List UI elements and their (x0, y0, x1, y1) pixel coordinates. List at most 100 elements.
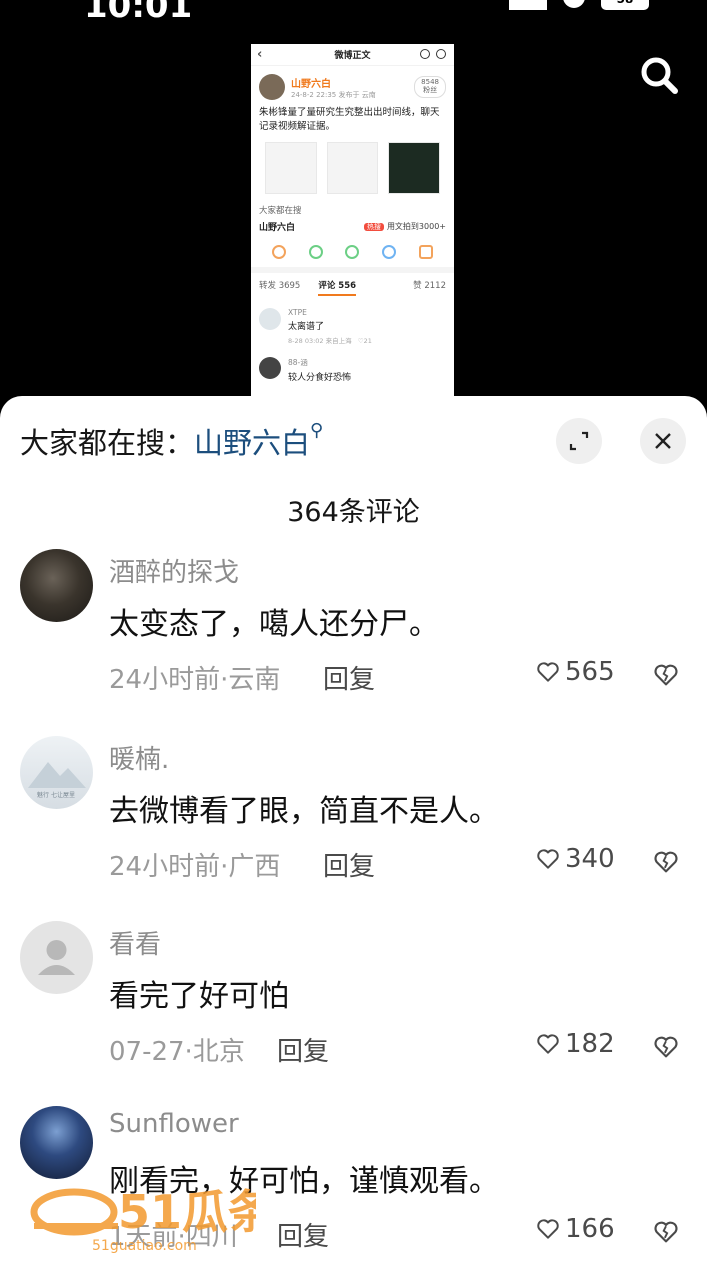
signal-icon (509, 0, 547, 10)
expand-button[interactable] (556, 418, 602, 464)
like-count: 182 (565, 1029, 615, 1059)
thumb-header: ‹ 微博正文 (251, 44, 454, 66)
comment-author[interactable]: 暖楠. (109, 739, 169, 776)
thumb-section-label: 大家都在搜 (259, 205, 302, 216)
like-button[interactable]: 182 (535, 1029, 615, 1059)
search-icon (272, 244, 287, 259)
reply-button[interactable]: 回复 (323, 659, 375, 696)
broken-heart-icon (654, 851, 678, 873)
comment-item: 酒醉的探戈 太变态了，噶人还分尸。 24小时前·云南 回复 565 (0, 549, 707, 719)
thumb-post-text: 朱彬锋量了量研究生究整出出时间线，聊天记录视频解证据。 (259, 107, 440, 132)
thumb-comment-meta: 8-28 03:02 来自上海 ♡21 (288, 336, 372, 345)
default-user-icon (38, 940, 75, 975)
dislike-button[interactable] (652, 661, 680, 689)
comment-author[interactable]: 看看 (109, 924, 161, 961)
thumb-search-term: 山野六白 (259, 222, 296, 233)
comment-meta: 24小时前·广西 (109, 852, 281, 882)
hot-search-bar[interactable]: 大家都在搜：山野六白⚲ (20, 420, 323, 462)
video-thumbnail[interactable]: ‹ 微博正文 山野六白 24-8-2 22:35 发布于 云南 8548 粉丝 … (251, 44, 454, 404)
back-icon: ‹ (257, 47, 263, 62)
dislike-button[interactable] (652, 1218, 680, 1246)
thumb-avatar (259, 74, 285, 100)
comment-meta: 24小时前·云南 (109, 665, 281, 695)
heart-icon (537, 1219, 559, 1239)
like-count: 166 (565, 1214, 615, 1244)
thumb-image (388, 141, 441, 194)
thumb-tab-repost: 转发 3695 (259, 280, 301, 291)
thumb-meta: 24-8-2 22:35 发布于 云南 (291, 90, 376, 99)
thumb-images (251, 136, 454, 200)
close-button[interactable] (640, 418, 686, 464)
dislike-button[interactable] (652, 1033, 680, 1061)
thumb-page-title: 微博正文 (334, 51, 371, 61)
note-icon (418, 244, 433, 259)
thumb-icon-row (251, 235, 454, 267)
thumb-hot-text: 用文拍到3000+ (386, 221, 446, 231)
heart-icon (537, 1034, 559, 1054)
bell-icon (382, 244, 397, 259)
status-indicators: 58 (509, 0, 649, 10)
comment-author[interactable]: 酒醉的探戈 (109, 552, 239, 589)
like-button[interactable]: 565 (535, 657, 615, 687)
dislike-button[interactable] (652, 848, 680, 876)
heart-icon (537, 849, 559, 869)
status-time: 10:01 (84, 0, 193, 26)
thumb-comment-time: 8-28 03:02 来自上海 (288, 336, 352, 345)
thumb-comment-text: 太离谱了 (288, 321, 325, 332)
wifi-icon (563, 0, 585, 8)
avatar[interactable] (20, 549, 93, 622)
comment-text[interactable]: 太变态了，噶人还分尸。 (109, 599, 439, 643)
headset-icon (420, 49, 430, 59)
heart-icon (537, 662, 559, 682)
broken-heart-icon (654, 664, 678, 686)
avatar[interactable] (20, 921, 93, 994)
like-count: 340 (565, 844, 615, 874)
thumb-image (265, 141, 317, 194)
comment-text[interactable]: 去微博看了眼，简直不是人。 (109, 786, 499, 830)
thumb-user-row: 山野六白 24-8-2 22:35 发布于 云南 8548 粉丝 (251, 66, 454, 104)
thumb-username: 山野六白 (291, 78, 331, 90)
hot-search-keyword[interactable]: 山野六白 (194, 426, 310, 460)
comment-panel: 大家都在搜：山野六白⚲ 364条评论 酒醉的探戈 太变态了，噶人还分尸。 24小… (0, 396, 707, 1280)
reply-button[interactable]: 回复 (277, 1216, 329, 1253)
watermark-url: 51guatiao.com (92, 1238, 197, 1254)
thumb-fans-badge: 8548 粉丝 (414, 76, 446, 98)
avatar[interactable] (20, 1106, 93, 1179)
broken-heart-icon (654, 1221, 678, 1243)
thumb-tab-like: 赞 2112 (413, 280, 446, 291)
broken-heart-icon (654, 1036, 678, 1058)
link-icon (308, 244, 323, 259)
reply-button[interactable]: 回复 (277, 1031, 329, 1068)
comment-item: 看看 看完了好可怕 07-27·北京 回复 182 (0, 921, 707, 1091)
thumb-fans-label: 粉丝 (423, 86, 438, 94)
avatar[interactable]: 魅行 七让屋里 (20, 736, 93, 809)
thumb-comment-text: 较人分食好恐怖 (288, 372, 352, 383)
thumb-comment-avatar (259, 356, 281, 379)
like-button[interactable]: 166 (535, 1214, 615, 1244)
search-button[interactable] (636, 52, 682, 98)
search-icon (641, 57, 678, 94)
thumb-comment-likes: 21 (363, 336, 372, 345)
thumb-comment-avatar (259, 307, 281, 330)
avatar-caption: 魅行 七让屋里 (37, 791, 75, 799)
watermark-logo-text: 51瓜条 (118, 1185, 256, 1239)
watermark-logo: 51瓜条 51guatiao.com (30, 1185, 256, 1254)
mountain-avatar-icon: 魅行 七让屋里 (28, 762, 86, 799)
thumb-comment-name: XTPE (288, 307, 307, 317)
thumb-comment: 88-涵 较人分食好恐怖 (251, 351, 454, 389)
comment-author[interactable]: Sunflower (109, 1109, 239, 1139)
comment-count-title: 364条评论 (287, 497, 420, 528)
hot-search-label: 大家都在搜： (20, 426, 195, 460)
thumb-tabs: 转发 3695 评论 556 赞 2112 (251, 273, 454, 302)
circle-icon (345, 244, 360, 259)
thumb-comment: XTPE 太离谱了 8-28 03:02 来自上海 ♡21 (251, 302, 454, 351)
thumb-tab-comment: 评论 556 (318, 279, 357, 296)
thumb-header-icons (420, 49, 446, 59)
reply-button[interactable]: 回复 (323, 846, 375, 883)
search-small-icon: ⚲ (310, 420, 324, 441)
battery-icon: 58 (601, 0, 649, 10)
thumb-hot-tag: 热搜 (363, 222, 384, 231)
thumb-comment-name: 88-涵 (288, 357, 308, 367)
comment-text[interactable]: 看完了好可怕 (109, 971, 289, 1015)
like-button[interactable]: 340 (535, 844, 615, 874)
